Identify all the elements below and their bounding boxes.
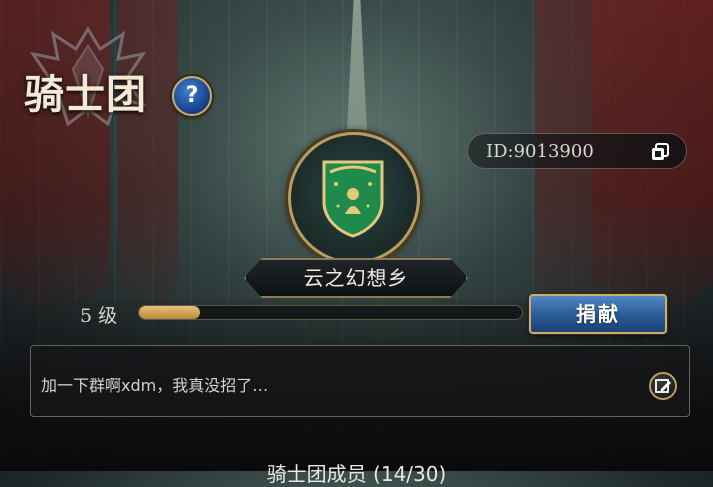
level-progress-fill	[139, 306, 201, 319]
guild-id-text: ID:9013900	[486, 141, 594, 162]
guild-announcement-text: 加一下群啊xdm，我真没招了…	[41, 376, 269, 395]
guild-level: 5 级	[80, 305, 118, 327]
level-progress-bar	[138, 305, 523, 320]
guild-id-pill: ID:9013900	[467, 133, 687, 169]
donate-button[interactable]: 捐献	[529, 294, 667, 334]
page-title: 骑士团	[24, 71, 147, 118]
guild-name: 云之幻想乡	[303, 266, 409, 290]
copy-icon[interactable]	[650, 142, 670, 162]
edit-announcement-button[interactable]	[649, 372, 677, 400]
guild-announcement-box: 加一下群啊xdm，我真没招了…	[30, 345, 690, 417]
green-shield-emblem-icon	[322, 160, 384, 238]
help-button[interactable]: ?	[172, 76, 212, 116]
question-icon: ?	[185, 83, 199, 108]
edit-icon	[655, 379, 671, 393]
members-section-header: 骑士团成员 (14/30)	[266, 462, 447, 486]
